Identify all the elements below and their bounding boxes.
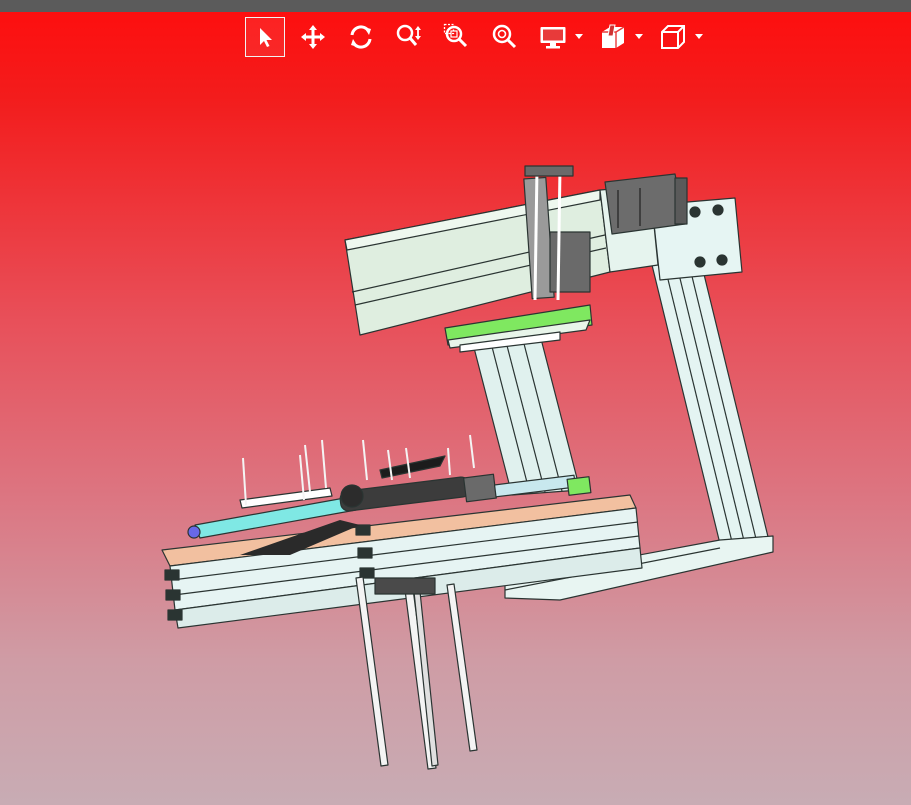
window-top-bar <box>0 0 911 12</box>
lower-rods <box>355 576 478 770</box>
green-mounting-plate <box>444 304 593 353</box>
middle-guide-column <box>471 334 581 496</box>
cad-model <box>161 165 774 770</box>
linear-actuator <box>344 165 688 336</box>
work-table <box>161 494 643 629</box>
right-frame-column <box>651 197 771 553</box>
3d-viewport[interactable] <box>0 12 911 805</box>
